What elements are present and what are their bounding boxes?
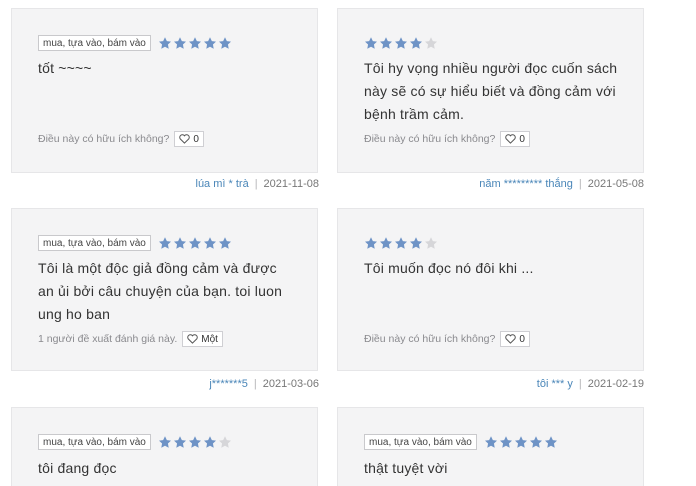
separator: | xyxy=(578,178,582,190)
review-date: 2021-02-19 xyxy=(587,378,644,390)
star-rating xyxy=(364,236,438,250)
helpful-row: Điều này có hữu ích không? 0 xyxy=(364,131,530,147)
heart-icon xyxy=(187,334,198,344)
like-button[interactable]: 0 xyxy=(500,331,530,347)
like-button[interactable]: 0 xyxy=(174,131,204,147)
star-rating xyxy=(364,36,438,50)
reviewer-name[interactable]: j*******5 xyxy=(209,378,248,390)
star-filled-icon xyxy=(409,36,423,50)
review-card: mua, tựa vào, bám vào tôi đang đọc xyxy=(11,407,318,486)
star-rating xyxy=(158,236,232,250)
star-empty-icon xyxy=(424,36,438,50)
helpful-label: Điều này có hữu ích không? xyxy=(364,133,496,145)
star-filled-icon xyxy=(173,435,187,449)
purchase-tag: mua, tựa vào, bám vào xyxy=(38,35,151,51)
helpful-row: Điều này có hữu ích không? 0 xyxy=(38,131,204,147)
review-text-line: này sẽ có sự hiểu biết và đồng cảm với xyxy=(364,83,616,99)
review-text: Tôi là một độc giả đồng cảm và được an ủ… xyxy=(38,257,305,326)
heart-icon xyxy=(505,334,517,344)
helpful-row: Điều này có hữu ích không? 0 xyxy=(364,331,530,347)
review-text-line: bệnh trầm cảm. xyxy=(364,106,465,122)
review-text-line: thật tuyệt vời xyxy=(364,460,448,476)
purchase-tag: mua, tựa vào, bám vào xyxy=(38,235,151,251)
reviewer-name[interactable]: tôi *** y xyxy=(537,378,573,390)
star-empty-icon xyxy=(218,435,232,449)
like-count: 0 xyxy=(193,133,199,145)
review-text: tốt ~~~~ xyxy=(38,57,305,80)
like-button[interactable]: Một xyxy=(182,331,223,347)
like-count: 0 xyxy=(519,333,525,345)
star-filled-icon xyxy=(158,435,172,449)
review-card: mua, tựa vào, bám vào Tôi là một độc giả… xyxy=(11,208,318,371)
star-filled-icon xyxy=(158,236,172,250)
star-filled-icon xyxy=(499,435,513,449)
star-filled-icon xyxy=(218,236,232,250)
star-filled-icon xyxy=(218,36,232,50)
like-count: 0 xyxy=(519,133,525,145)
star-filled-icon xyxy=(173,236,187,250)
review-card: mua, tựa vào, bám vào thật tuyệt vời xyxy=(337,407,644,486)
reviewer-name[interactable]: năm ********* thắng xyxy=(479,178,573,190)
review-text-line: ung ho ban xyxy=(38,306,111,322)
review-text: Tôi hy vọng nhiều người đọc cuốn sách nà… xyxy=(364,57,631,126)
star-filled-icon xyxy=(409,236,423,250)
review-text: Tôi muốn đọc nó đôi khi ... xyxy=(364,257,631,280)
review-date: 2021-03-06 xyxy=(262,378,319,390)
helpful-label: 1 người đề xuất đánh giá này. xyxy=(38,333,178,345)
star-filled-icon xyxy=(203,36,217,50)
review-date: 2021-11-08 xyxy=(263,178,319,190)
star-filled-icon xyxy=(364,36,378,50)
review-meta: năm ********* thắng | 2021-05-08 xyxy=(479,178,644,190)
helpful-row: 1 người đề xuất đánh giá này. Một xyxy=(38,331,223,347)
star-filled-icon xyxy=(173,36,187,50)
star-filled-icon xyxy=(364,236,378,250)
star-rating xyxy=(158,36,232,50)
review-card: Tôi hy vọng nhiều người đọc cuốn sách nà… xyxy=(337,8,644,173)
star-empty-icon xyxy=(424,236,438,250)
star-filled-icon xyxy=(529,435,543,449)
star-rating xyxy=(158,435,232,449)
review-meta: j*******5 | 2021-03-06 xyxy=(209,378,319,390)
heart-icon xyxy=(179,134,191,144)
like-button[interactable]: 0 xyxy=(500,131,530,147)
star-filled-icon xyxy=(379,36,393,50)
review-card: mua, tựa vào, bám vào tốt ~~~~ Điều này … xyxy=(11,8,318,173)
separator: | xyxy=(254,178,258,190)
star-filled-icon xyxy=(158,36,172,50)
star-filled-icon xyxy=(394,36,408,50)
star-filled-icon xyxy=(203,236,217,250)
review-text-line: Tôi muốn đọc nó đôi khi ... xyxy=(364,260,534,276)
review-text-line: an ủi bởi câu chuyện của bạn. toi luon xyxy=(38,283,283,299)
review-text-line: tôi đang đọc xyxy=(38,460,117,476)
review-text-line: Tôi là một độc giả đồng cảm và được xyxy=(38,260,277,276)
star-filled-icon xyxy=(379,236,393,250)
star-filled-icon xyxy=(484,435,498,449)
like-count: Một xyxy=(201,333,218,345)
review-date: 2021-05-08 xyxy=(587,178,644,190)
star-filled-icon xyxy=(188,236,202,250)
review-text-line: tốt ~~~~ xyxy=(38,60,92,76)
helpful-label: Điều này có hữu ích không? xyxy=(364,333,496,345)
star-filled-icon xyxy=(514,435,528,449)
separator: | xyxy=(253,378,257,390)
reviewer-name[interactable]: lúa mì * trà xyxy=(196,178,249,190)
heart-icon xyxy=(505,134,517,144)
star-filled-icon xyxy=(188,36,202,50)
review-card: Tôi muốn đọc nó đôi khi ... Điều này có … xyxy=(337,208,644,371)
purchase-tag: mua, tựa vào, bám vào xyxy=(364,434,477,450)
star-filled-icon xyxy=(544,435,558,449)
review-text: thật tuyệt vời xyxy=(364,457,631,480)
star-filled-icon xyxy=(203,435,217,449)
review-text-line: Tôi hy vọng nhiều người đọc cuốn sách xyxy=(364,60,618,76)
review-text: tôi đang đọc xyxy=(38,457,305,480)
review-meta: lúa mì * trà | 2021-11-08 xyxy=(196,178,320,190)
helpful-label: Điều này có hữu ích không? xyxy=(38,133,170,145)
star-filled-icon xyxy=(188,435,202,449)
review-meta: tôi *** y | 2021-02-19 xyxy=(537,378,644,390)
star-filled-icon xyxy=(394,236,408,250)
star-rating xyxy=(484,435,558,449)
purchase-tag: mua, tựa vào, bám vào xyxy=(38,434,151,450)
separator: | xyxy=(578,378,582,390)
